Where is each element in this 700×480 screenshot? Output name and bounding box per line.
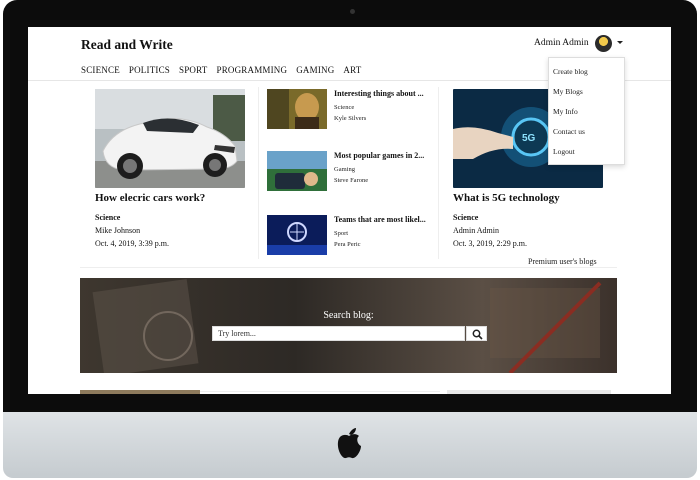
car-article-image[interactable] bbox=[95, 89, 245, 188]
mini-article-meta: Gaming Steve Farone bbox=[334, 164, 368, 186]
menu-contact-us[interactable]: Contact us bbox=[549, 122, 624, 142]
games-article-thumb[interactable] bbox=[267, 151, 327, 191]
search-button[interactable] bbox=[466, 326, 487, 341]
chevron-down-icon[interactable] bbox=[617, 41, 623, 44]
apple-logo-icon bbox=[337, 428, 361, 459]
site-logo[interactable]: Read and Write bbox=[81, 37, 173, 53]
search-icon bbox=[472, 329, 483, 340]
search-label: Search blog: bbox=[323, 310, 374, 321]
mini-article-title[interactable]: Teams that are most likel... bbox=[334, 215, 437, 224]
avatar[interactable] bbox=[595, 35, 612, 52]
blog-thumbnail[interactable] bbox=[447, 390, 611, 394]
mini-category: Science bbox=[334, 104, 355, 111]
user-dropdown-menu: Create blog My Blogs My Info Contact us … bbox=[548, 57, 625, 165]
mini-author: Kyle Silvers bbox=[334, 115, 367, 122]
article-date: Oct. 4, 2019, 3:39 p.m. bbox=[95, 239, 169, 248]
premium-blogs-link[interactable]: Premium user's blogs bbox=[528, 257, 597, 266]
article-title[interactable]: What is 5G technology bbox=[453, 192, 560, 204]
camera-dot bbox=[350, 9, 355, 14]
article-category: Science bbox=[453, 213, 479, 222]
search-input[interactable]: Try lorem... bbox=[212, 326, 465, 341]
nav-science[interactable]: SCIENCE bbox=[81, 65, 120, 75]
section-divider bbox=[200, 391, 440, 392]
menu-my-info[interactable]: My Info bbox=[549, 102, 624, 122]
mini-category: Sport bbox=[334, 230, 349, 237]
mini-article-title[interactable]: Most popular games in 2... bbox=[334, 151, 437, 160]
browser-viewport: Read and Write Admin Admin SCIENCE POLIT… bbox=[28, 27, 671, 394]
menu-logout[interactable]: Logout bbox=[549, 142, 624, 162]
article-author: Mike Johnson bbox=[95, 226, 141, 235]
nav-sport[interactable]: SPORT bbox=[179, 65, 207, 75]
menu-create-blog[interactable]: Create blog bbox=[549, 62, 624, 82]
mini-article-meta: Sport Pera Peric bbox=[334, 228, 361, 250]
section-divider bbox=[80, 267, 617, 268]
mini-author: Steve Farone bbox=[334, 177, 369, 184]
article-meta: Science Mike Johnson Oct. 4, 2019, 3:39 … bbox=[95, 211, 169, 250]
article-title[interactable]: How elecric cars work? bbox=[95, 192, 205, 204]
mini-category: Gaming bbox=[334, 166, 355, 173]
article-category: Science bbox=[95, 213, 121, 222]
svg-text:5G: 5G bbox=[522, 133, 536, 144]
nav-gaming[interactable]: GAMING bbox=[296, 65, 334, 75]
column-divider bbox=[438, 87, 439, 259]
teams-article-thumb[interactable] bbox=[267, 215, 327, 255]
nav-art[interactable]: ART bbox=[343, 65, 361, 75]
nav-programming[interactable]: PROGRAMMING bbox=[217, 65, 288, 75]
mini-article-meta: Science Kyle Silvers bbox=[334, 102, 366, 124]
article-author: Admin Admin bbox=[453, 226, 500, 235]
mini-author: Pera Peric bbox=[334, 241, 361, 248]
menu-my-blogs[interactable]: My Blogs bbox=[549, 82, 624, 102]
blog-thumbnail[interactable] bbox=[80, 390, 200, 394]
tesla-article-thumb[interactable] bbox=[267, 89, 327, 129]
column-divider bbox=[258, 87, 259, 259]
search-hero: Search blog: Try lorem... bbox=[80, 278, 617, 373]
nav-politics[interactable]: POLITICS bbox=[129, 65, 170, 75]
user-name[interactable]: Admin Admin bbox=[534, 38, 589, 48]
mini-article-title[interactable]: Interesting things about ... bbox=[334, 89, 437, 98]
category-nav: SCIENCE POLITICS SPORT PROGRAMMING GAMIN… bbox=[81, 65, 361, 75]
article-date: Oct. 3, 2019, 2:29 p.m. bbox=[453, 239, 527, 248]
article-meta: Science Admin Admin Oct. 3, 2019, 2:29 p… bbox=[453, 211, 527, 250]
